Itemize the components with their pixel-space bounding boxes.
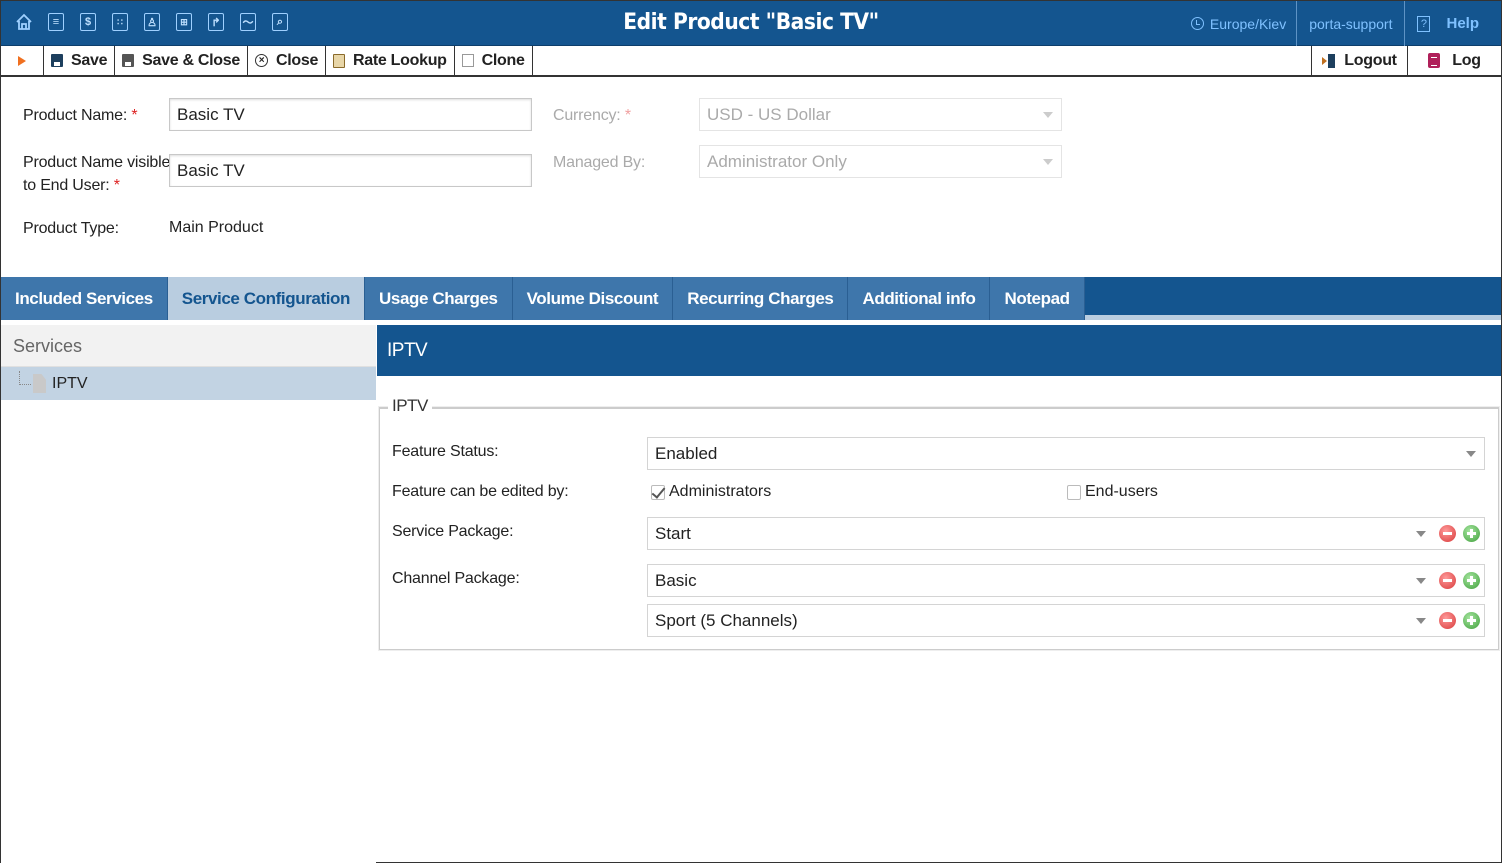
add-icon[interactable] — [1463, 572, 1480, 589]
tab-additional-info[interactable]: Additional info — [848, 277, 991, 320]
currency-label-text: Currency: — [553, 107, 621, 124]
tab-service-configuration[interactable]: Service Configuration — [167, 277, 366, 320]
channel-package-select-1[interactable]: Basic — [647, 564, 1485, 597]
tab-bar: Included Services Service Configuration … — [1, 277, 1501, 320]
clone-button[interactable]: Clone — [455, 46, 533, 75]
close-label: Close — [275, 51, 319, 69]
feature-status-value: Enabled — [655, 444, 718, 463]
required-mark: * — [131, 107, 138, 124]
tree-connector — [19, 370, 31, 385]
edited-by-label: Feature can be edited by: — [392, 483, 569, 500]
rate-lookup-button[interactable]: Rate Lookup — [326, 46, 455, 75]
visible-name-label-line1: Product Name visible — [23, 154, 171, 171]
logout-label: Logout — [1344, 51, 1397, 69]
product-type-label: Product Type: — [23, 220, 119, 237]
administrators-label: Administrators — [669, 483, 772, 500]
product-type-value: Main Product — [169, 219, 264, 236]
channel-package-value: Sport (5 Channels) — [655, 611, 798, 630]
chevron-down-icon — [1416, 531, 1426, 537]
play-arrow-icon — [18, 55, 26, 66]
help-label: Help — [1446, 15, 1479, 32]
visible-name-input[interactable] — [169, 154, 532, 187]
save-close-button[interactable]: Save & Close — [115, 46, 248, 75]
checkbox-unchecked-icon — [1067, 484, 1081, 500]
save-label: Save — [71, 51, 108, 69]
service-package-value: Start — [655, 524, 691, 543]
currency-value: USD - US Dollar — [707, 105, 831, 124]
feature-status-label: Feature Status: — [392, 443, 499, 460]
visible-name-label: Product Name visible to End User: * — [23, 151, 170, 197]
chevron-down-icon — [1416, 618, 1426, 624]
currency-label: Currency: * — [553, 104, 631, 127]
remove-icon[interactable] — [1439, 572, 1456, 589]
toolbar: Save Save & Close × Close Rate Lookup Cl… — [1, 46, 1501, 77]
administrators-checkbox[interactable]: Administrators — [651, 483, 771, 501]
logout-icon — [1322, 53, 1336, 68]
help-icon: ? — [1417, 15, 1431, 32]
feature-status-select[interactable]: Enabled — [647, 437, 1485, 470]
service-package-label: Service Package: — [392, 523, 514, 540]
tab-usage-charges[interactable]: Usage Charges — [365, 277, 513, 320]
clone-label: Clone — [481, 51, 525, 69]
save-button[interactable]: Save — [44, 46, 116, 75]
document-icon — [33, 374, 46, 393]
product-name-input[interactable] — [169, 98, 532, 131]
fieldset-legend: IPTV — [388, 396, 432, 416]
tab-volume-discount[interactable]: Volume Discount — [512, 277, 674, 320]
service-tree-item-iptv[interactable]: IPTV — [1, 367, 376, 400]
tab-recurring-charges[interactable]: Recurring Charges — [673, 277, 849, 320]
tab-included-services[interactable]: Included Services — [1, 277, 168, 320]
chevron-down-icon — [1416, 578, 1426, 584]
close-button[interactable]: × Close — [248, 46, 327, 75]
managed-by-value: Administrator Only — [707, 152, 847, 171]
top-header-bar: ≡ $ ∷ ♙ ⊞ ↱ 〜 ⌕ Edit Product "Basic TV" … — [1, 1, 1501, 46]
floppy-icon — [51, 54, 63, 67]
rate-lookup-label: Rate Lookup — [353, 51, 447, 69]
channel-package-value: Basic — [655, 571, 697, 590]
clone-icon — [461, 54, 474, 67]
log-label: Log — [1452, 51, 1481, 69]
save-close-label: Save & Close — [142, 51, 240, 69]
end-users-label: End-users — [1085, 483, 1158, 500]
floppy-icon — [122, 54, 135, 67]
required-mark: * — [113, 177, 120, 194]
clock-icon — [1190, 17, 1204, 30]
managed-by-label: Managed By: — [553, 154, 646, 171]
log-button[interactable]: Log — [1407, 46, 1501, 75]
required-mark: * — [624, 107, 631, 124]
service-tree-item-label: IPTV — [52, 374, 88, 392]
help-link[interactable]: ? Help — [1404, 1, 1501, 46]
visible-name-label-line2: to End User: — [23, 177, 110, 194]
add-icon[interactable] — [1463, 612, 1480, 629]
add-icon[interactable] — [1463, 525, 1480, 542]
logout-button[interactable]: Logout — [1311, 46, 1407, 75]
rate-lookup-icon — [333, 53, 346, 68]
remove-icon[interactable] — [1439, 525, 1456, 542]
close-icon: × — [254, 54, 268, 67]
tab-notepad[interactable]: Notepad — [990, 277, 1085, 320]
end-users-checkbox[interactable]: End-users — [1067, 483, 1158, 501]
managed-by-select: Administrator Only — [699, 145, 1062, 178]
chevron-down-icon — [1043, 112, 1053, 118]
product-name-label: Product Name: * — [23, 104, 138, 127]
timezone-label: Europe/Kiev — [1209, 15, 1287, 32]
channel-package-label: Channel Package: — [392, 570, 520, 587]
toggle-panel-button[interactable] — [1, 46, 44, 75]
home-icon[interactable] — [13, 11, 35, 33]
config-panel-header: IPTV — [377, 325, 1501, 376]
remove-icon[interactable] — [1439, 612, 1456, 629]
chevron-down-icon — [1043, 159, 1053, 165]
checkbox-checked-icon — [651, 484, 665, 500]
timezone-link[interactable]: Europe/Kiev — [1181, 1, 1296, 46]
channel-package-select-2[interactable]: Sport (5 Channels) — [647, 604, 1485, 637]
currency-select: USD - US Dollar — [699, 98, 1062, 131]
services-panel: Services IPTV — [1, 325, 376, 863]
user-link[interactable]: porta-support — [1296, 1, 1404, 46]
services-panel-title: Services — [1, 325, 376, 367]
log-icon — [1428, 53, 1441, 68]
product-name-label-text: Product Name: — [23, 107, 128, 124]
service-package-select[interactable]: Start — [647, 517, 1485, 550]
chevron-down-icon — [1466, 451, 1476, 457]
